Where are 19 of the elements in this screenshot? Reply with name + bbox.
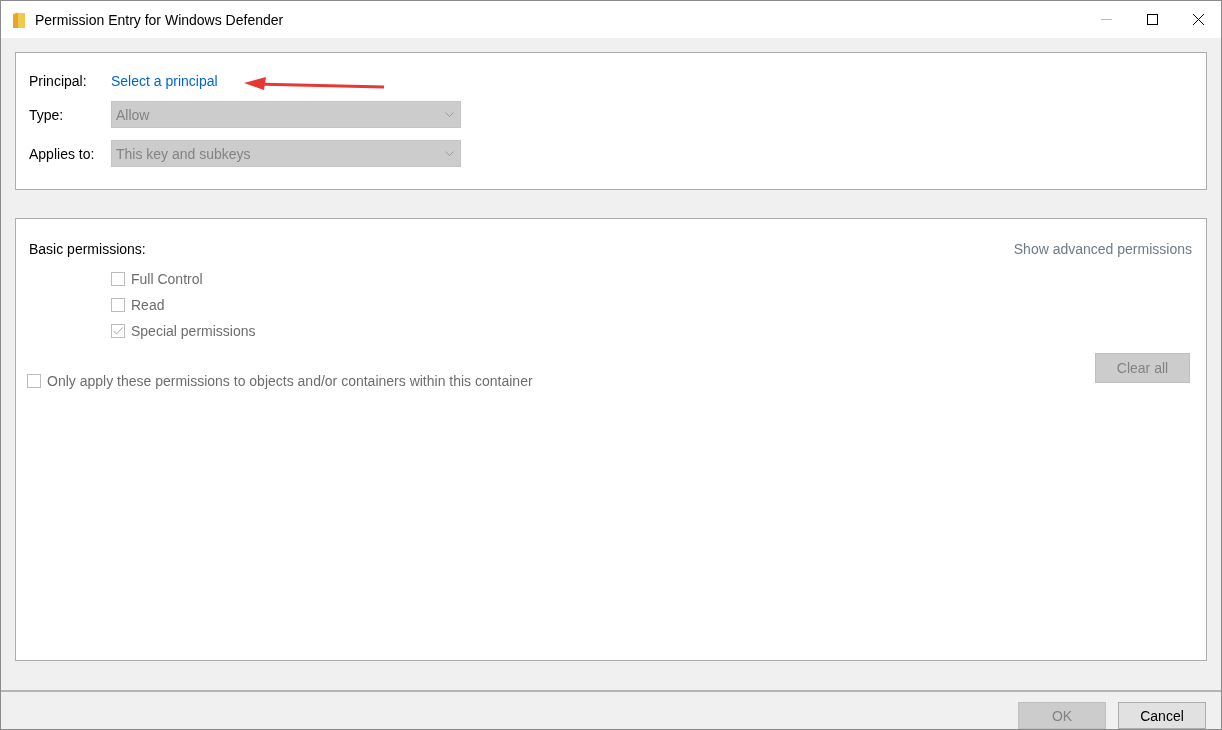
field-label: Applies to: (29, 145, 96, 162)
caret-icon (445, 112, 454, 117)
field-label: Principal: (29, 73, 88, 89)
maximize-icon (1146, 14, 1158, 25)
checkbox-label: Read (131, 297, 165, 313)
caret-icon (445, 151, 454, 156)
field-label: Type: (29, 106, 65, 123)
close-icon (1192, 14, 1204, 25)
window-title: Permission Entry for Windows Defender (35, 11, 285, 28)
advanced-permissions-link[interactable]: Show advanced permissions (1013, 241, 1192, 257)
checkmark-icon (113, 327, 123, 335)
checkbox-label: Full Control (131, 271, 203, 287)
folder-icon (13, 11, 25, 28)
select-principal-link[interactable]: Select a principal (111, 73, 218, 89)
section-heading: Basic permissions: (29, 241, 146, 257)
checkbox-label: Special permissions (131, 323, 256, 339)
cancel-button[interactable]: Cancel (1118, 702, 1206, 729)
minimize-icon (1100, 19, 1112, 20)
checkbox-label: Only apply these permissions to objects and/or containers within this container (47, 373, 533, 389)
